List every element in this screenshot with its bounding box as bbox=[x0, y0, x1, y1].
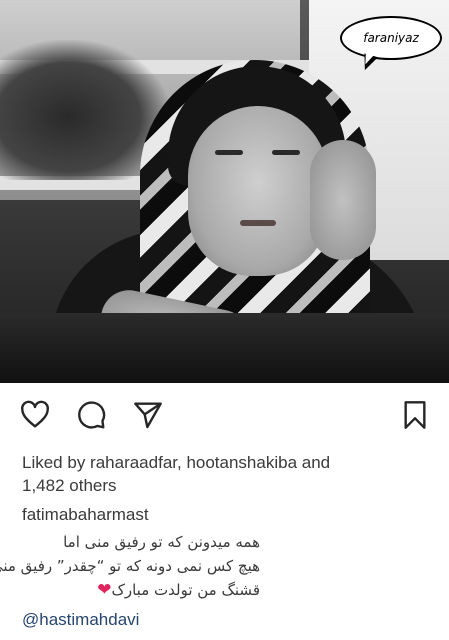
post-photo[interactable]: faraniyaz bbox=[0, 0, 449, 383]
likes-count: 1,482 others bbox=[22, 476, 117, 495]
heart-emoji-icon: ❤ bbox=[97, 580, 112, 600]
likes-text: Liked by raharaadfar, hootanshakiba and bbox=[22, 453, 331, 472]
table bbox=[0, 313, 449, 383]
caption-line: هیچ کس نمی دونه که تو “چقدر” رفیق منی! bbox=[0, 557, 260, 575]
caption-line: قشنگ من تولدت مبارک❤ bbox=[20, 578, 260, 602]
person-eye bbox=[272, 150, 300, 155]
watermark-text: faraniyaz bbox=[363, 31, 419, 45]
post-author[interactable]: fatimabaharmast bbox=[22, 505, 149, 525]
person-face bbox=[188, 106, 328, 276]
post-caption: همه میدونن که تو رفیق منی اما هیچ کس نمی… bbox=[0, 530, 260, 602]
heart-outline-icon[interactable] bbox=[18, 398, 52, 432]
person-hand-cheek bbox=[310, 140, 376, 260]
person-mouth bbox=[240, 220, 276, 226]
send-icon[interactable] bbox=[131, 398, 165, 432]
action-bar bbox=[0, 390, 449, 440]
caption-line-text: قشنگ من تولدت مبارک bbox=[111, 581, 260, 599]
comment-icon[interactable] bbox=[74, 398, 108, 432]
likes-summary[interactable]: Liked by raharaadfar, hootanshakiba and … bbox=[22, 451, 422, 497]
watermark-bubble: faraniyaz bbox=[340, 16, 442, 60]
bookmark-icon[interactable] bbox=[398, 398, 432, 432]
user-mention-link[interactable]: @hastimahdavi bbox=[22, 610, 139, 630]
person-eye bbox=[215, 150, 243, 155]
caption-line: همه میدونن که تو رفیق منی اما bbox=[63, 533, 260, 551]
